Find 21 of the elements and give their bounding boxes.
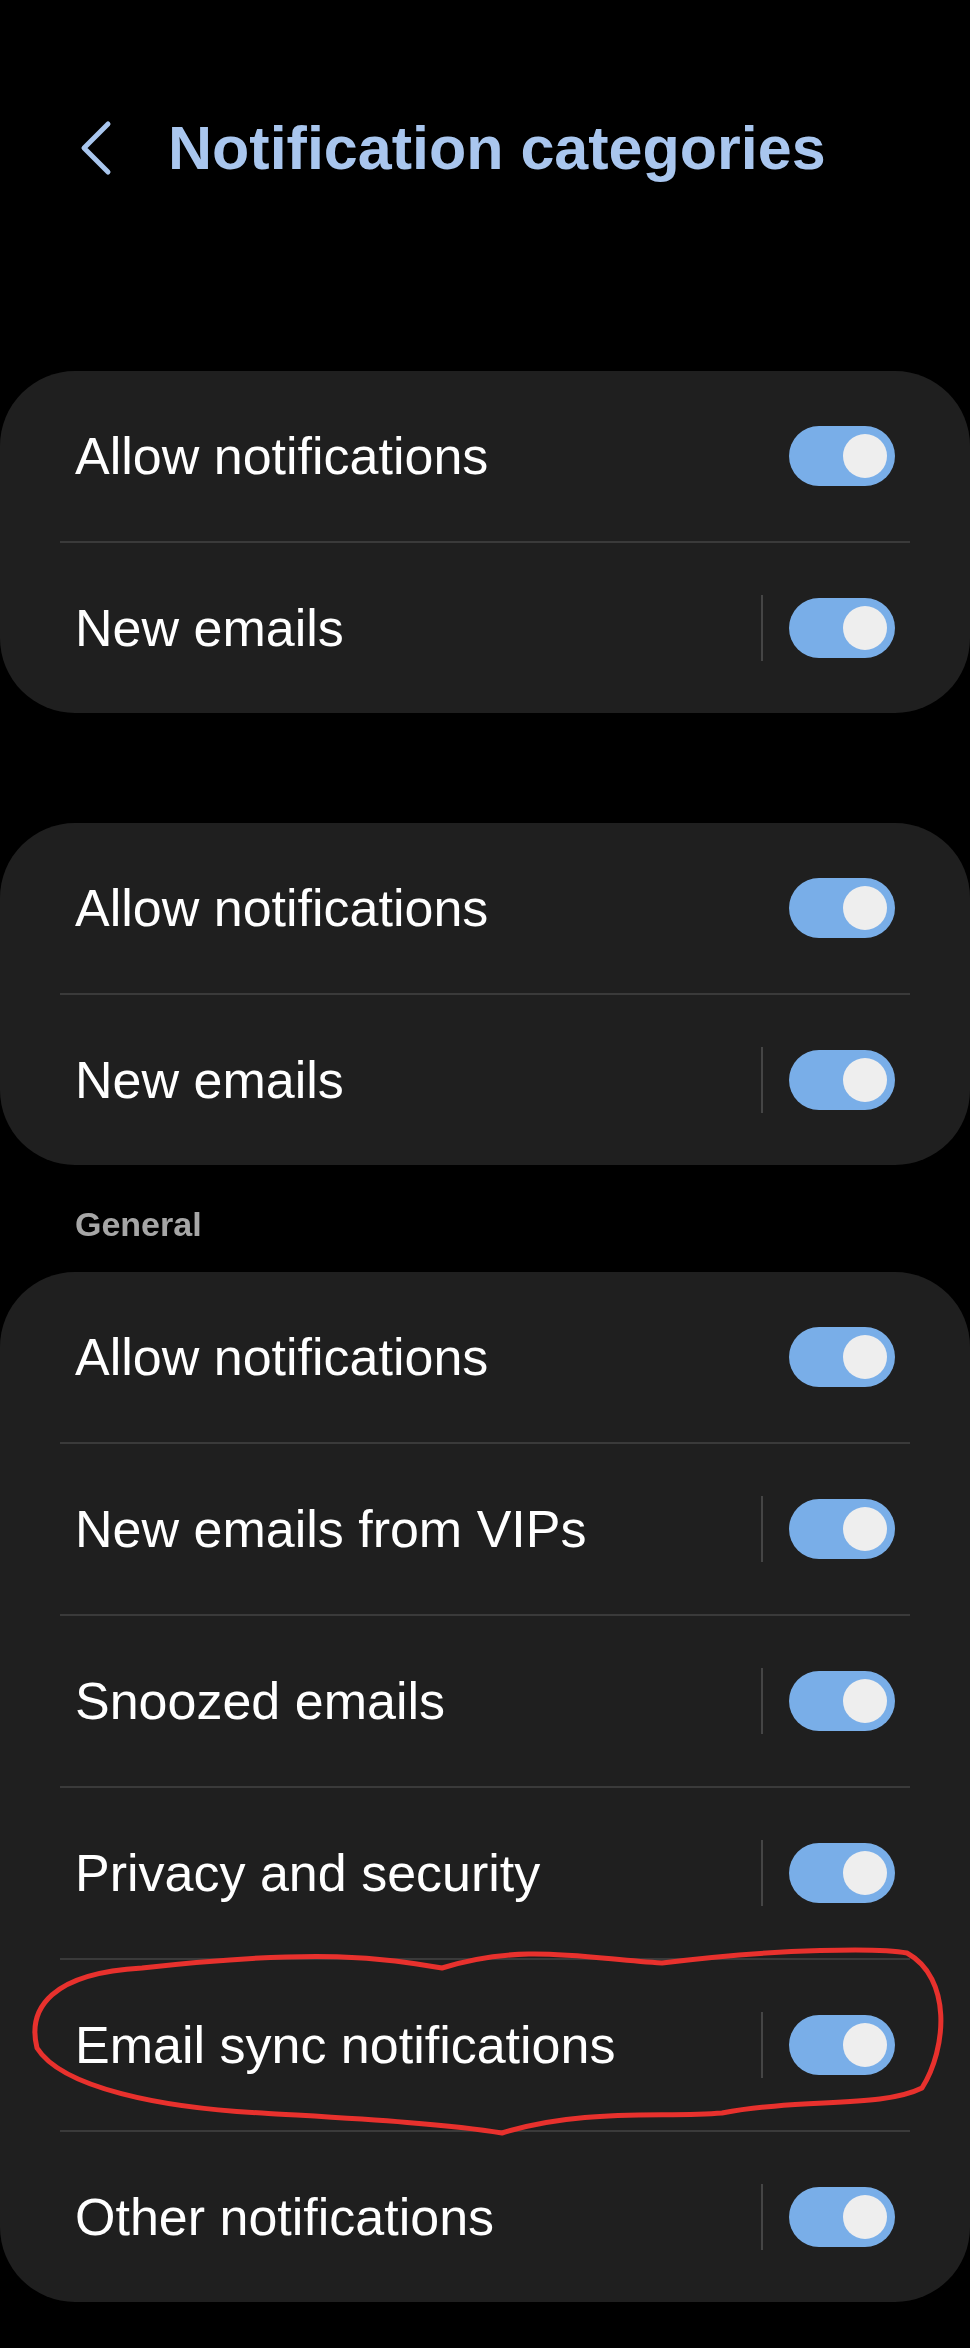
setting-label[interactable]: Allow notifications — [75, 1327, 789, 1387]
setting-label[interactable]: Other notifications — [75, 2187, 761, 2247]
toggle-switch[interactable] — [789, 426, 895, 486]
toggle-switch[interactable] — [789, 2015, 895, 2075]
toggle-switch[interactable] — [789, 1050, 895, 1110]
setting-label[interactable]: Allow notifications — [75, 426, 789, 486]
toggle-switch[interactable] — [789, 598, 895, 658]
setting-label[interactable]: Snoozed emails — [75, 1671, 761, 1731]
setting-label[interactable]: New emails — [75, 598, 761, 658]
toggle-switch[interactable] — [789, 878, 895, 938]
toggle-switch[interactable] — [789, 1327, 895, 1387]
setting-label[interactable]: New emails — [75, 1050, 761, 1110]
section-heading: General — [74, 1204, 203, 1245]
toggle-switch[interactable] — [789, 1499, 895, 1559]
toggle-switch[interactable] — [789, 2187, 895, 2247]
toggle-switch[interactable] — [789, 1671, 895, 1731]
setting-label[interactable]: Privacy and security — [75, 1843, 761, 1903]
setting-label[interactable]: New emails from VIPs — [75, 1499, 761, 1559]
setting-label[interactable]: Allow notifications — [75, 878, 789, 938]
page-title: Notification categories — [168, 113, 826, 183]
toggle-switch[interactable] — [789, 1843, 895, 1903]
